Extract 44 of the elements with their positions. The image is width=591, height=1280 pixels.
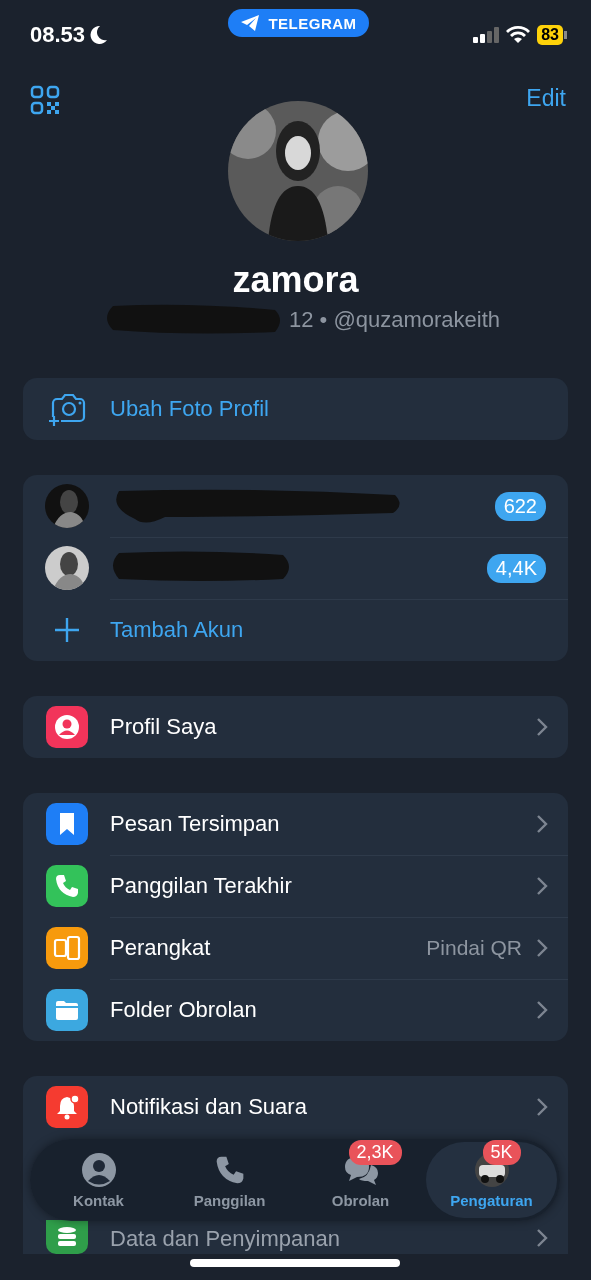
settings-label: Folder Obrolan	[110, 997, 257, 1023]
chevron-icon	[536, 1000, 548, 1020]
chevron-icon	[536, 1097, 548, 1117]
clock-time: 08.53	[30, 22, 86, 48]
chevron-icon	[536, 1228, 548, 1248]
signal-icon	[473, 27, 500, 43]
settings-item[interactable]: Panggilan Terakhir	[23, 855, 568, 917]
settings-item[interactable]: Pesan Tersimpan	[23, 793, 568, 855]
unread-badge: 4,4K	[486, 553, 546, 583]
settings-label: Profil Saya	[110, 714, 217, 740]
profile-name: zamora	[231, 258, 360, 302]
paper-plane-icon	[240, 14, 261, 32]
settings-label: Data dan Penyimpanan	[110, 1225, 340, 1253]
chevron-icon	[536, 814, 548, 834]
tab-badge: 2,3K	[348, 1139, 402, 1165]
tab[interactable]: 2,3K Obrolan	[295, 1142, 426, 1218]
unread-badge: 622	[494, 491, 546, 521]
change-photo-button[interactable]: Ubah Foto Profil	[23, 378, 568, 440]
chevron-icon	[536, 938, 548, 958]
profile-subtitle: 12 • @quzamorakeith	[289, 307, 500, 333]
edit-button[interactable]: Edit	[526, 85, 566, 112]
wifi-icon	[506, 26, 531, 44]
settings-label: Panggilan Terakhir	[110, 873, 292, 899]
app-pill[interactable]: TELEGRAM	[228, 9, 369, 37]
settings-label: Pesan Tersimpan	[110, 811, 280, 837]
qr-code-icon[interactable]	[30, 85, 60, 115]
add-account-button[interactable]: Tambah Akun	[23, 599, 568, 661]
tab-badge: 5K	[482, 1139, 521, 1165]
chevron-icon	[536, 876, 548, 896]
tab[interactable]: 5K Pengaturan	[426, 1142, 557, 1218]
settings-item[interactable]: Perangkat Pindai QR	[23, 917, 568, 979]
settings-value: Pindai QR	[426, 936, 522, 960]
tab[interactable]: Kontak	[33, 1142, 164, 1218]
settings-item[interactable]: Profil Saya	[23, 696, 568, 758]
person-icon	[80, 1151, 117, 1188]
settings-item[interactable]: Notifikasi dan Suara	[23, 1076, 568, 1138]
moon-icon	[90, 25, 109, 45]
chevron-icon	[536, 717, 548, 737]
tab[interactable]: Panggilan	[164, 1142, 295, 1218]
settings-label: Notifikasi dan Suara	[110, 1094, 307, 1120]
settings-label: Perangkat	[110, 935, 211, 961]
app-name: TELEGRAM	[268, 14, 357, 32]
plus-icon	[53, 616, 81, 644]
settings-item[interactable]: Folder Obrolan	[23, 979, 568, 1041]
